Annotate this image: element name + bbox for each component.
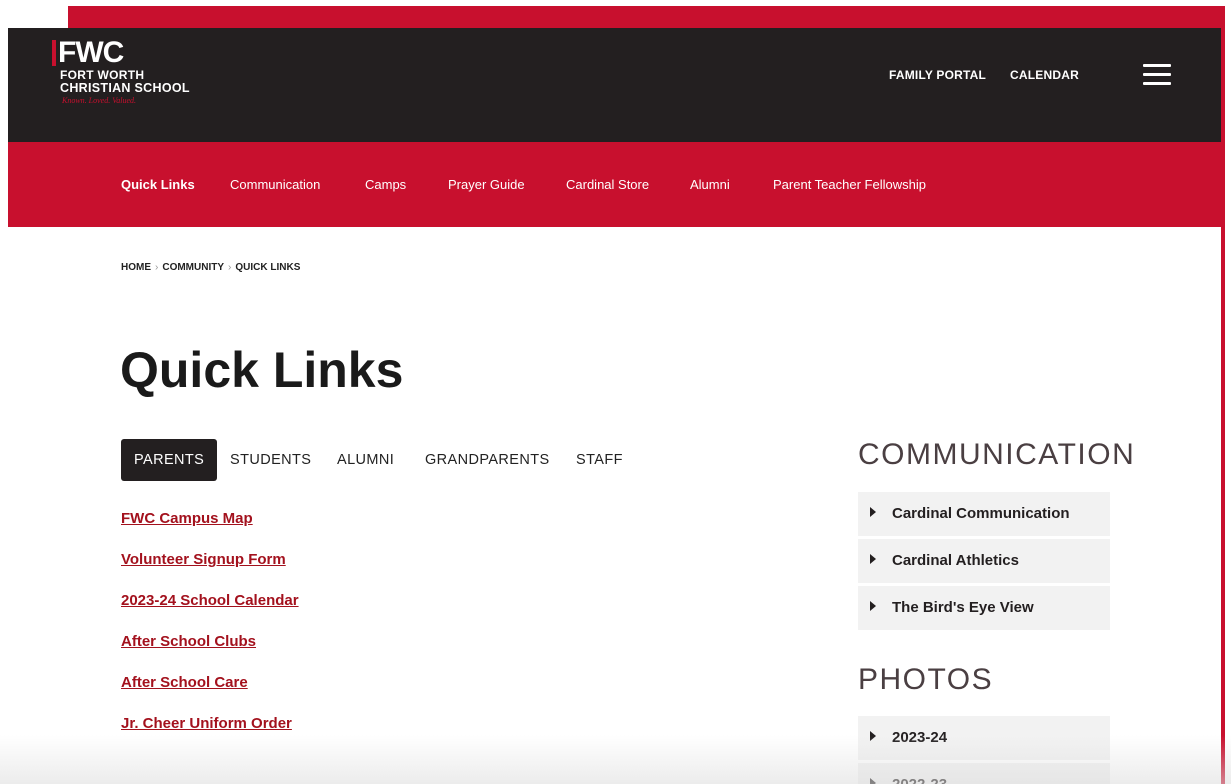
cross-icon — [52, 40, 56, 66]
section-subnav: Quick Links Communication Camps Prayer G… — [8, 142, 1221, 227]
site-header: FWC FORT WORTH CHRISTIAN SCHOOL Known. L… — [8, 28, 1221, 142]
logo-line-1: FORT WORTH — [60, 68, 145, 82]
breadcrumb-separator: › — [228, 262, 232, 273]
family-portal-link[interactable]: FAMILY PORTAL — [889, 68, 986, 82]
photos-heading: PHOTOS — [858, 663, 994, 696]
accordion-label: Cardinal Communication — [892, 505, 1070, 522]
communication-heading: COMMUNICATION — [858, 438, 1136, 471]
tab-parents[interactable]: PARENTS — [121, 439, 218, 481]
top-accent-bar — [68, 6, 1225, 28]
breadcrumb-separator: › — [155, 262, 159, 273]
quick-link-volunteer-form[interactable]: Volunteer Signup Form — [121, 551, 286, 568]
tab-staff[interactable]: STAFF — [576, 439, 623, 481]
caret-right-icon — [870, 601, 876, 611]
logo-mark: FWC — [52, 36, 124, 69]
caret-right-icon — [870, 507, 876, 517]
caret-right-icon — [870, 731, 876, 741]
quick-link-campus-map[interactable]: FWC Campus Map — [121, 510, 253, 527]
accordion-photos-2022-23[interactable]: 2022-23 — [858, 763, 1110, 784]
breadcrumb: HOME › COMMUNITY › QUICK LINKS — [121, 262, 300, 273]
subnav-item-ptf[interactable]: Parent Teacher Fellowship — [773, 177, 926, 192]
accordion-photos-2023-24[interactable]: 2023-24 — [858, 716, 1110, 760]
hamburger-icon[interactable] — [1143, 64, 1171, 86]
quick-link-after-school-clubs[interactable]: After School Clubs — [121, 633, 256, 650]
accordion-cardinal-communication[interactable]: Cardinal Communication — [858, 492, 1110, 536]
breadcrumb-current: QUICK LINKS — [235, 262, 301, 273]
accordion-label: 2023-24 — [892, 729, 948, 746]
logo-line-2: CHRISTIAN SCHOOL — [60, 81, 190, 95]
accordion-cardinal-athletics[interactable]: Cardinal Athletics — [858, 539, 1110, 583]
subnav-item-alumni[interactable]: Alumni — [690, 177, 730, 192]
subnav-item-communication[interactable]: Communication — [230, 177, 320, 192]
accordion-label: The Bird's Eye View — [892, 599, 1034, 616]
subnav-item-camps[interactable]: Camps — [365, 177, 406, 192]
accordion-label: 2022-23 — [892, 776, 947, 784]
logo-mark-text: FWC — [58, 36, 124, 69]
subnav-item-cardinal-store[interactable]: Cardinal Store — [566, 177, 649, 192]
quick-link-school-calendar[interactable]: 2023-24 School Calendar — [121, 592, 299, 609]
subnav-item-quick-links[interactable]: Quick Links — [121, 177, 195, 192]
accordion-birds-eye-view[interactable]: The Bird's Eye View — [858, 586, 1110, 630]
tab-alumni[interactable]: ALUMNI — [337, 439, 394, 481]
caret-right-icon — [870, 554, 876, 564]
logo-tagline: Known. Loved. Valued. — [62, 96, 136, 105]
subnav-item-prayer-guide[interactable]: Prayer Guide — [448, 177, 525, 192]
right-accent-bar — [1221, 6, 1225, 784]
tab-grandparents[interactable]: GRANDPARENTS — [425, 439, 550, 481]
tab-students[interactable]: STUDENTS — [230, 439, 311, 481]
accordion-label: Cardinal Athletics — [892, 552, 1019, 569]
school-logo[interactable]: FWC FORT WORTH CHRISTIAN SCHOOL Known. L… — [52, 38, 222, 118]
page-title: Quick Links — [120, 342, 404, 398]
calendar-link[interactable]: CALENDAR — [1010, 68, 1079, 82]
quick-link-after-school-care[interactable]: After School Care — [121, 674, 248, 691]
quick-link-cheer-uniform[interactable]: Jr. Cheer Uniform Order — [121, 715, 292, 732]
caret-right-icon — [870, 778, 876, 784]
breadcrumb-community[interactable]: COMMUNITY — [162, 262, 224, 273]
breadcrumb-home[interactable]: HOME — [121, 262, 151, 273]
